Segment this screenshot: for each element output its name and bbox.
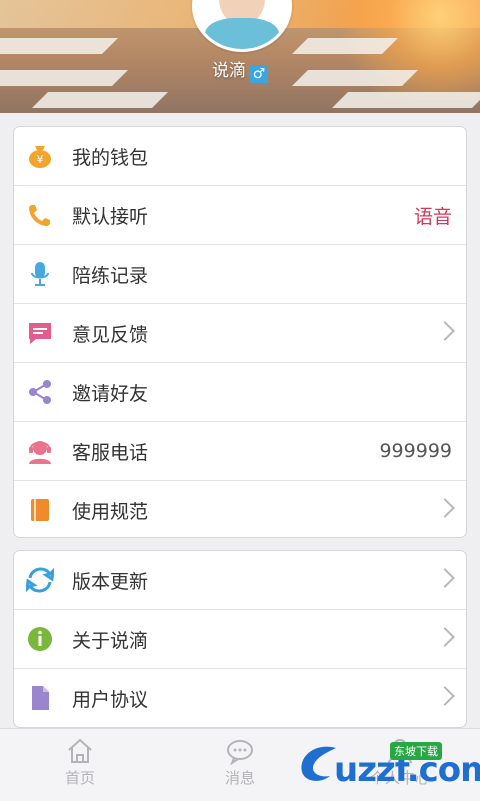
menu-item-customer-service[interactable]: 客服电话 999999 (14, 422, 466, 481)
crosswalk-stripe (0, 38, 118, 54)
message-icon (29, 323, 51, 344)
menu-item-label: 陪练记录 (72, 264, 149, 287)
avatar[interactable] (192, 0, 292, 52)
customer-service-number: 999999 (379, 440, 452, 462)
menu-item-label: 关于说滴 (72, 629, 149, 652)
avatar-shirt (205, 18, 279, 49)
menu-item-label: 用户协议 (72, 688, 149, 711)
share-icon (29, 380, 51, 404)
chat-icon (227, 740, 253, 765)
watermark-logo: uzzf.com 东坡下载 (296, 736, 480, 792)
menu-item-label: 版本更新 (72, 570, 149, 593)
crosswalk-stripe (332, 92, 480, 108)
menu-item-invite-friends[interactable]: 邀请好友 (14, 363, 466, 422)
menu-item-label: 意见反馈 (72, 323, 149, 346)
menu-item-wallet[interactable]: ¥ 我的钱包 (14, 127, 466, 186)
customer-service-icon (29, 441, 51, 464)
menu-item-label: 邀请好友 (72, 382, 149, 405)
chevron-right-icon (435, 686, 455, 706)
menu-item-feedback[interactable]: 意见反馈 (14, 304, 466, 363)
microphone-icon (31, 262, 49, 286)
gender-male-icon: ♂ (250, 65, 268, 83)
menu-item-version-update[interactable]: 版本更新 (14, 551, 466, 610)
home-icon (68, 738, 92, 763)
menu-item-label: 我的钱包 (72, 146, 149, 169)
tab-label: 首页 (64, 769, 95, 787)
phone-icon (29, 205, 50, 226)
menu-item-user-agreement[interactable]: 用户协议 (14, 669, 466, 727)
menu-item-default-answer[interactable]: 默认接听 语音 (14, 186, 466, 245)
chevron-right-icon (435, 568, 455, 588)
menu-item-label: 使用规范 (72, 500, 149, 523)
menu-item-practice-record[interactable]: 陪练记录 (14, 245, 466, 304)
profile-header: 说滴 ♂ (0, 0, 480, 113)
menu-item-label: 客服电话 (72, 441, 149, 464)
info-icon (28, 627, 52, 651)
chevron-right-icon (435, 321, 455, 341)
svg-text:¥: ¥ (37, 153, 44, 166)
refresh-icon (26, 567, 54, 593)
username: 说滴 ♂ (0, 56, 480, 83)
username-text: 说滴 (212, 61, 246, 81)
crosswalk-stripe (292, 38, 398, 54)
crosswalk-stripe (32, 92, 168, 108)
chevron-right-icon (435, 498, 455, 518)
default-answer-value: 语音 (413, 205, 452, 228)
chevron-right-icon (435, 627, 455, 647)
watermark-badge: 东坡下载 (390, 742, 442, 760)
tab-home[interactable]: 首页 (0, 729, 160, 801)
document-icon (32, 686, 49, 710)
menu-card-primary: ¥ 我的钱包 默认接听 语音 陪练记录 意见反馈 邀请好友 客服电话 99999… (13, 126, 467, 538)
menu-item-label: 默认接听 (72, 205, 149, 228)
book-icon (31, 499, 49, 521)
menu-item-about[interactable]: 关于说滴 (14, 610, 466, 669)
wallet-icon: ¥ (29, 146, 51, 168)
menu-item-usage-rules[interactable]: 使用规范 (14, 481, 466, 537)
menu-card-secondary: 版本更新 关于说滴 用户协议 (13, 550, 467, 728)
